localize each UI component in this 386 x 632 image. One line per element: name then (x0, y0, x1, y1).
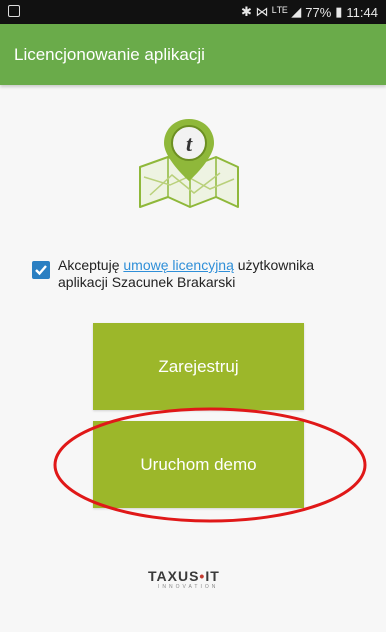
run-demo-button[interactable]: Uruchom demo (93, 421, 304, 508)
gallery-icon (8, 5, 20, 17)
brand-name: TAXUS•IT (148, 568, 220, 584)
page-title: Licencjonowanie aplikacji (14, 45, 205, 64)
license-text-before: Akceptuję (58, 257, 124, 273)
battery-icon: ▮ (335, 4, 343, 19)
status-indicators: ✱ ⋈ ᴸᵀᴱ ◢ (240, 4, 302, 19)
license-accept-text: Akceptuję umowę licencyjną użytkownika a… (58, 257, 358, 291)
battery-level: 77% (305, 4, 332, 20)
check-icon (35, 265, 47, 276)
map-logo-icon: t (139, 119, 239, 208)
register-button[interactable]: Zarejestruj (93, 323, 304, 410)
taxus-it-logo: TAXUS•IT INNOVATION (130, 568, 260, 598)
brand-subtitle: INNOVATION (158, 584, 219, 590)
logo-letter: t (186, 131, 193, 156)
license-accept-row: Akceptuję umowę licencyjną użytkownika a… (32, 257, 362, 297)
accept-license-checkbox[interactable] (32, 261, 50, 279)
status-bar: ✱ ⋈ ᴸᵀᴱ ◢ 77% ▮ 11:44 (0, 0, 386, 24)
app-bar: Licencjonowanie aplikacji (0, 24, 386, 85)
license-agreement-link[interactable]: umowę licencyjną (123, 257, 234, 273)
clock: 11:44 (346, 4, 378, 20)
status-right: ✱ ⋈ ᴸᵀᴱ ◢ 77% ▮ 11:44 (241, 4, 378, 20)
